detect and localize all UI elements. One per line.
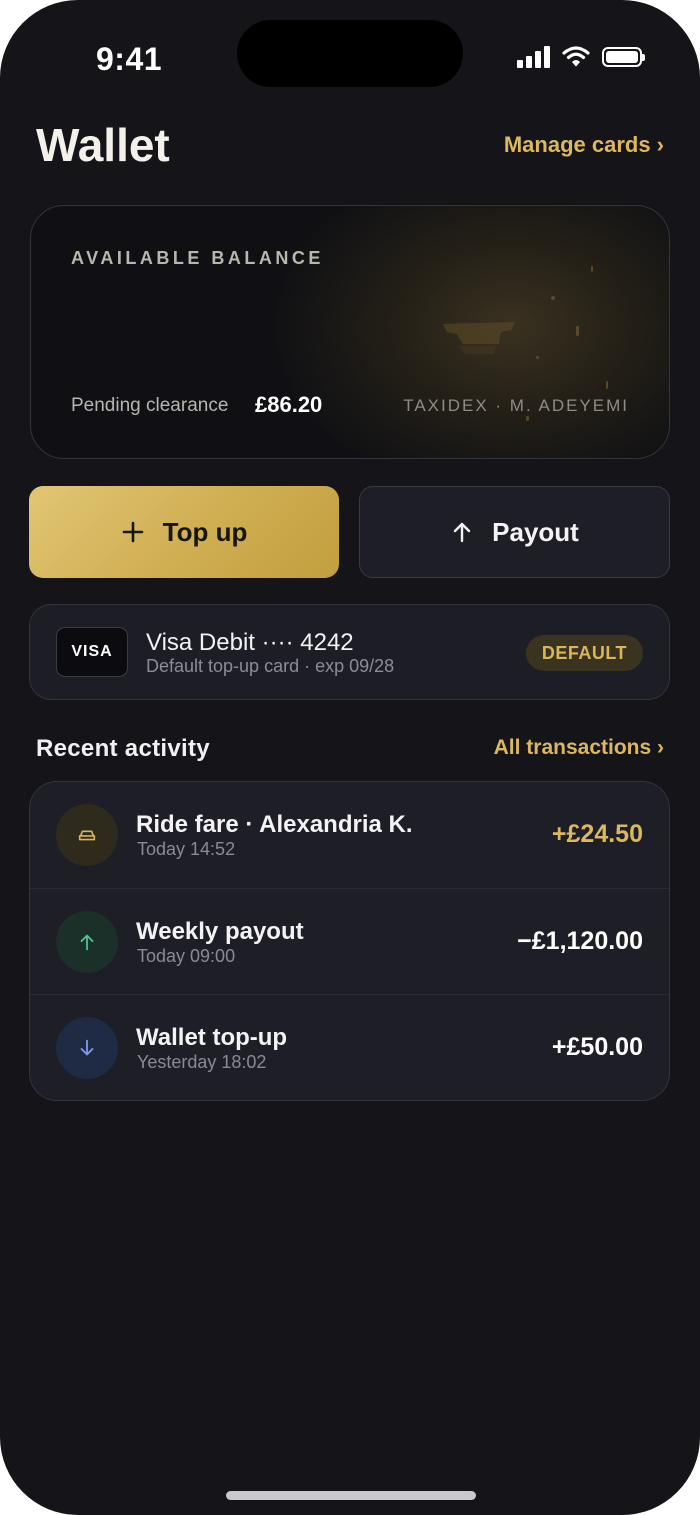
status-icons: [517, 46, 645, 68]
balance-card: AVAILABLE BALANCE Pending clearance £86.…: [30, 205, 670, 459]
manage-cards-link[interactable]: Manage cards ›: [504, 132, 664, 158]
status-time: 9:41: [96, 41, 163, 77]
transaction-title: Weekly payout: [136, 918, 304, 945]
transaction-row[interactable]: Ride fare · Alexandria K. Today 14:52 +£…: [30, 782, 669, 888]
home-indicator[interactable]: [226, 1491, 476, 1500]
transaction-row[interactable]: Weekly payout Today 09:00 −£1,120.00: [30, 888, 669, 995]
pending-clearance-value: £86.20: [255, 392, 323, 417]
arrow-up-icon: [56, 911, 118, 973]
transaction-amount: −£1,120.00: [517, 927, 643, 955]
activity-list: Ride fare · Alexandria K. Today 14:52 +£…: [29, 781, 670, 1101]
cellular-signal-icon: [517, 46, 550, 68]
available-balance-label: AVAILABLE BALANCE: [71, 248, 324, 268]
payout-label: Payout: [492, 516, 579, 547]
wifi-icon: [562, 46, 590, 67]
transaction-amount: +£50.00: [551, 1033, 643, 1061]
card-subtitle: Default top-up card · exp 09/28: [146, 656, 395, 676]
transaction-time: Today 09:00: [137, 946, 236, 966]
pending-clearance-label: Pending clearance: [71, 395, 229, 416]
car-icon: [56, 804, 118, 866]
all-transactions-link[interactable]: All transactions ›: [494, 736, 664, 760]
dynamic-island: [237, 20, 463, 87]
arrow-down-icon: [56, 1017, 118, 1079]
arrow-up-icon: [453, 522, 471, 543]
page-title: Wallet: [36, 119, 170, 171]
top-up-label: Top up: [162, 516, 248, 547]
payout-button[interactable]: Payout: [359, 486, 670, 578]
battery-icon: [602, 47, 645, 67]
transaction-row[interactable]: Wallet top-up Yesterday 18:02 +£50.00: [30, 994, 669, 1100]
transaction-title: Wallet top-up: [136, 1024, 288, 1051]
plus-icon: [122, 521, 143, 543]
transaction-time: Today 14:52: [137, 839, 236, 859]
phone-screen: 9:41 Wallet Manage cards › AVAILABLE BAL…: [0, 0, 700, 1515]
default-badge: DEFAULT: [525, 635, 643, 671]
car-illustration: [443, 322, 515, 354]
transaction-time: Yesterday 18:02: [137, 1052, 267, 1072]
visa-logo: VISA: [56, 627, 128, 677]
card-name: Visa Debit ···· 4242: [146, 629, 354, 656]
recent-activity-title: Recent activity: [36, 735, 210, 762]
transaction-amount: +£24.50: [551, 820, 643, 848]
default-payment-card[interactable]: VISA Visa Debit ···· 4242 Default top-up…: [29, 604, 670, 700]
top-up-button[interactable]: Top up: [29, 486, 339, 578]
transaction-title: Ride fare · Alexandria K.: [136, 811, 413, 838]
card-holder-name: TAXIDEX · M. ADEYEMI: [403, 396, 629, 415]
